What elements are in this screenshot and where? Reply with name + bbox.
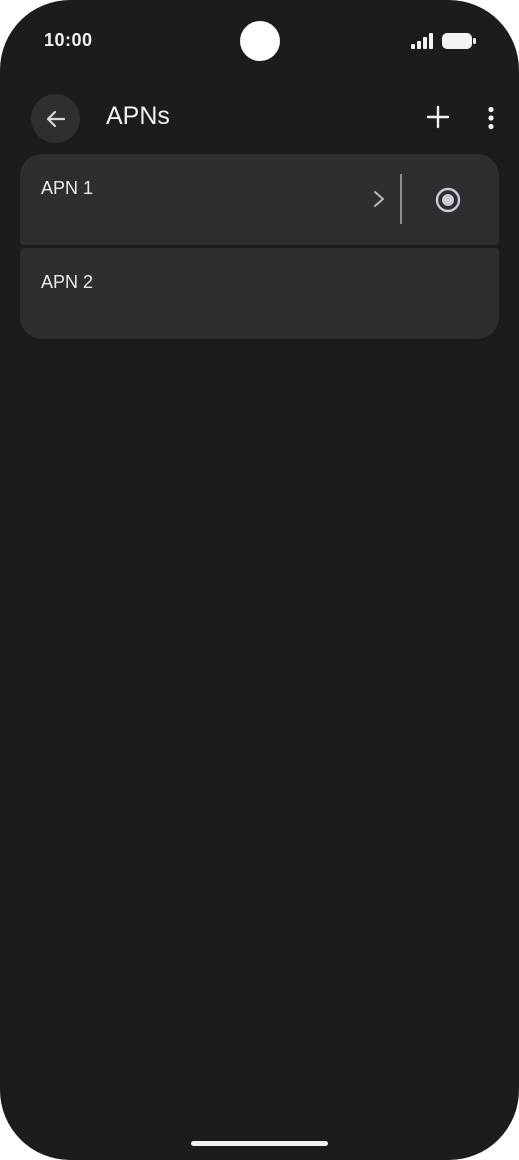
signal-icon — [411, 33, 433, 49]
add-apn-button[interactable] — [421, 100, 455, 134]
status-time: 10:00 — [44, 30, 93, 50]
camera-cutout — [240, 21, 280, 61]
page-title: APNs — [106, 102, 170, 130]
apn-name: APN 1 — [41, 178, 94, 198]
arrow-back-icon — [46, 110, 65, 127]
battery-icon — [442, 33, 476, 49]
back-button[interactable] — [31, 94, 80, 143]
plus-icon — [426, 105, 450, 129]
chevron-right-icon[interactable] — [370, 187, 388, 211]
apn-item-2[interactable]: APN 2 — [20, 248, 499, 339]
apn-item-1[interactable]: APN 1 — [20, 154, 499, 245]
apn-name: APN 2 — [41, 272, 94, 292]
home-indicator[interactable] — [191, 1141, 328, 1146]
radio-selected-icon[interactable] — [434, 186, 462, 214]
more-vert-icon — [488, 106, 494, 130]
vertical-divider — [400, 174, 402, 224]
more-options-button[interactable] — [476, 100, 506, 136]
phone-screen: 10:00 APNs APN 1 APN 2 — [0, 0, 519, 1160]
